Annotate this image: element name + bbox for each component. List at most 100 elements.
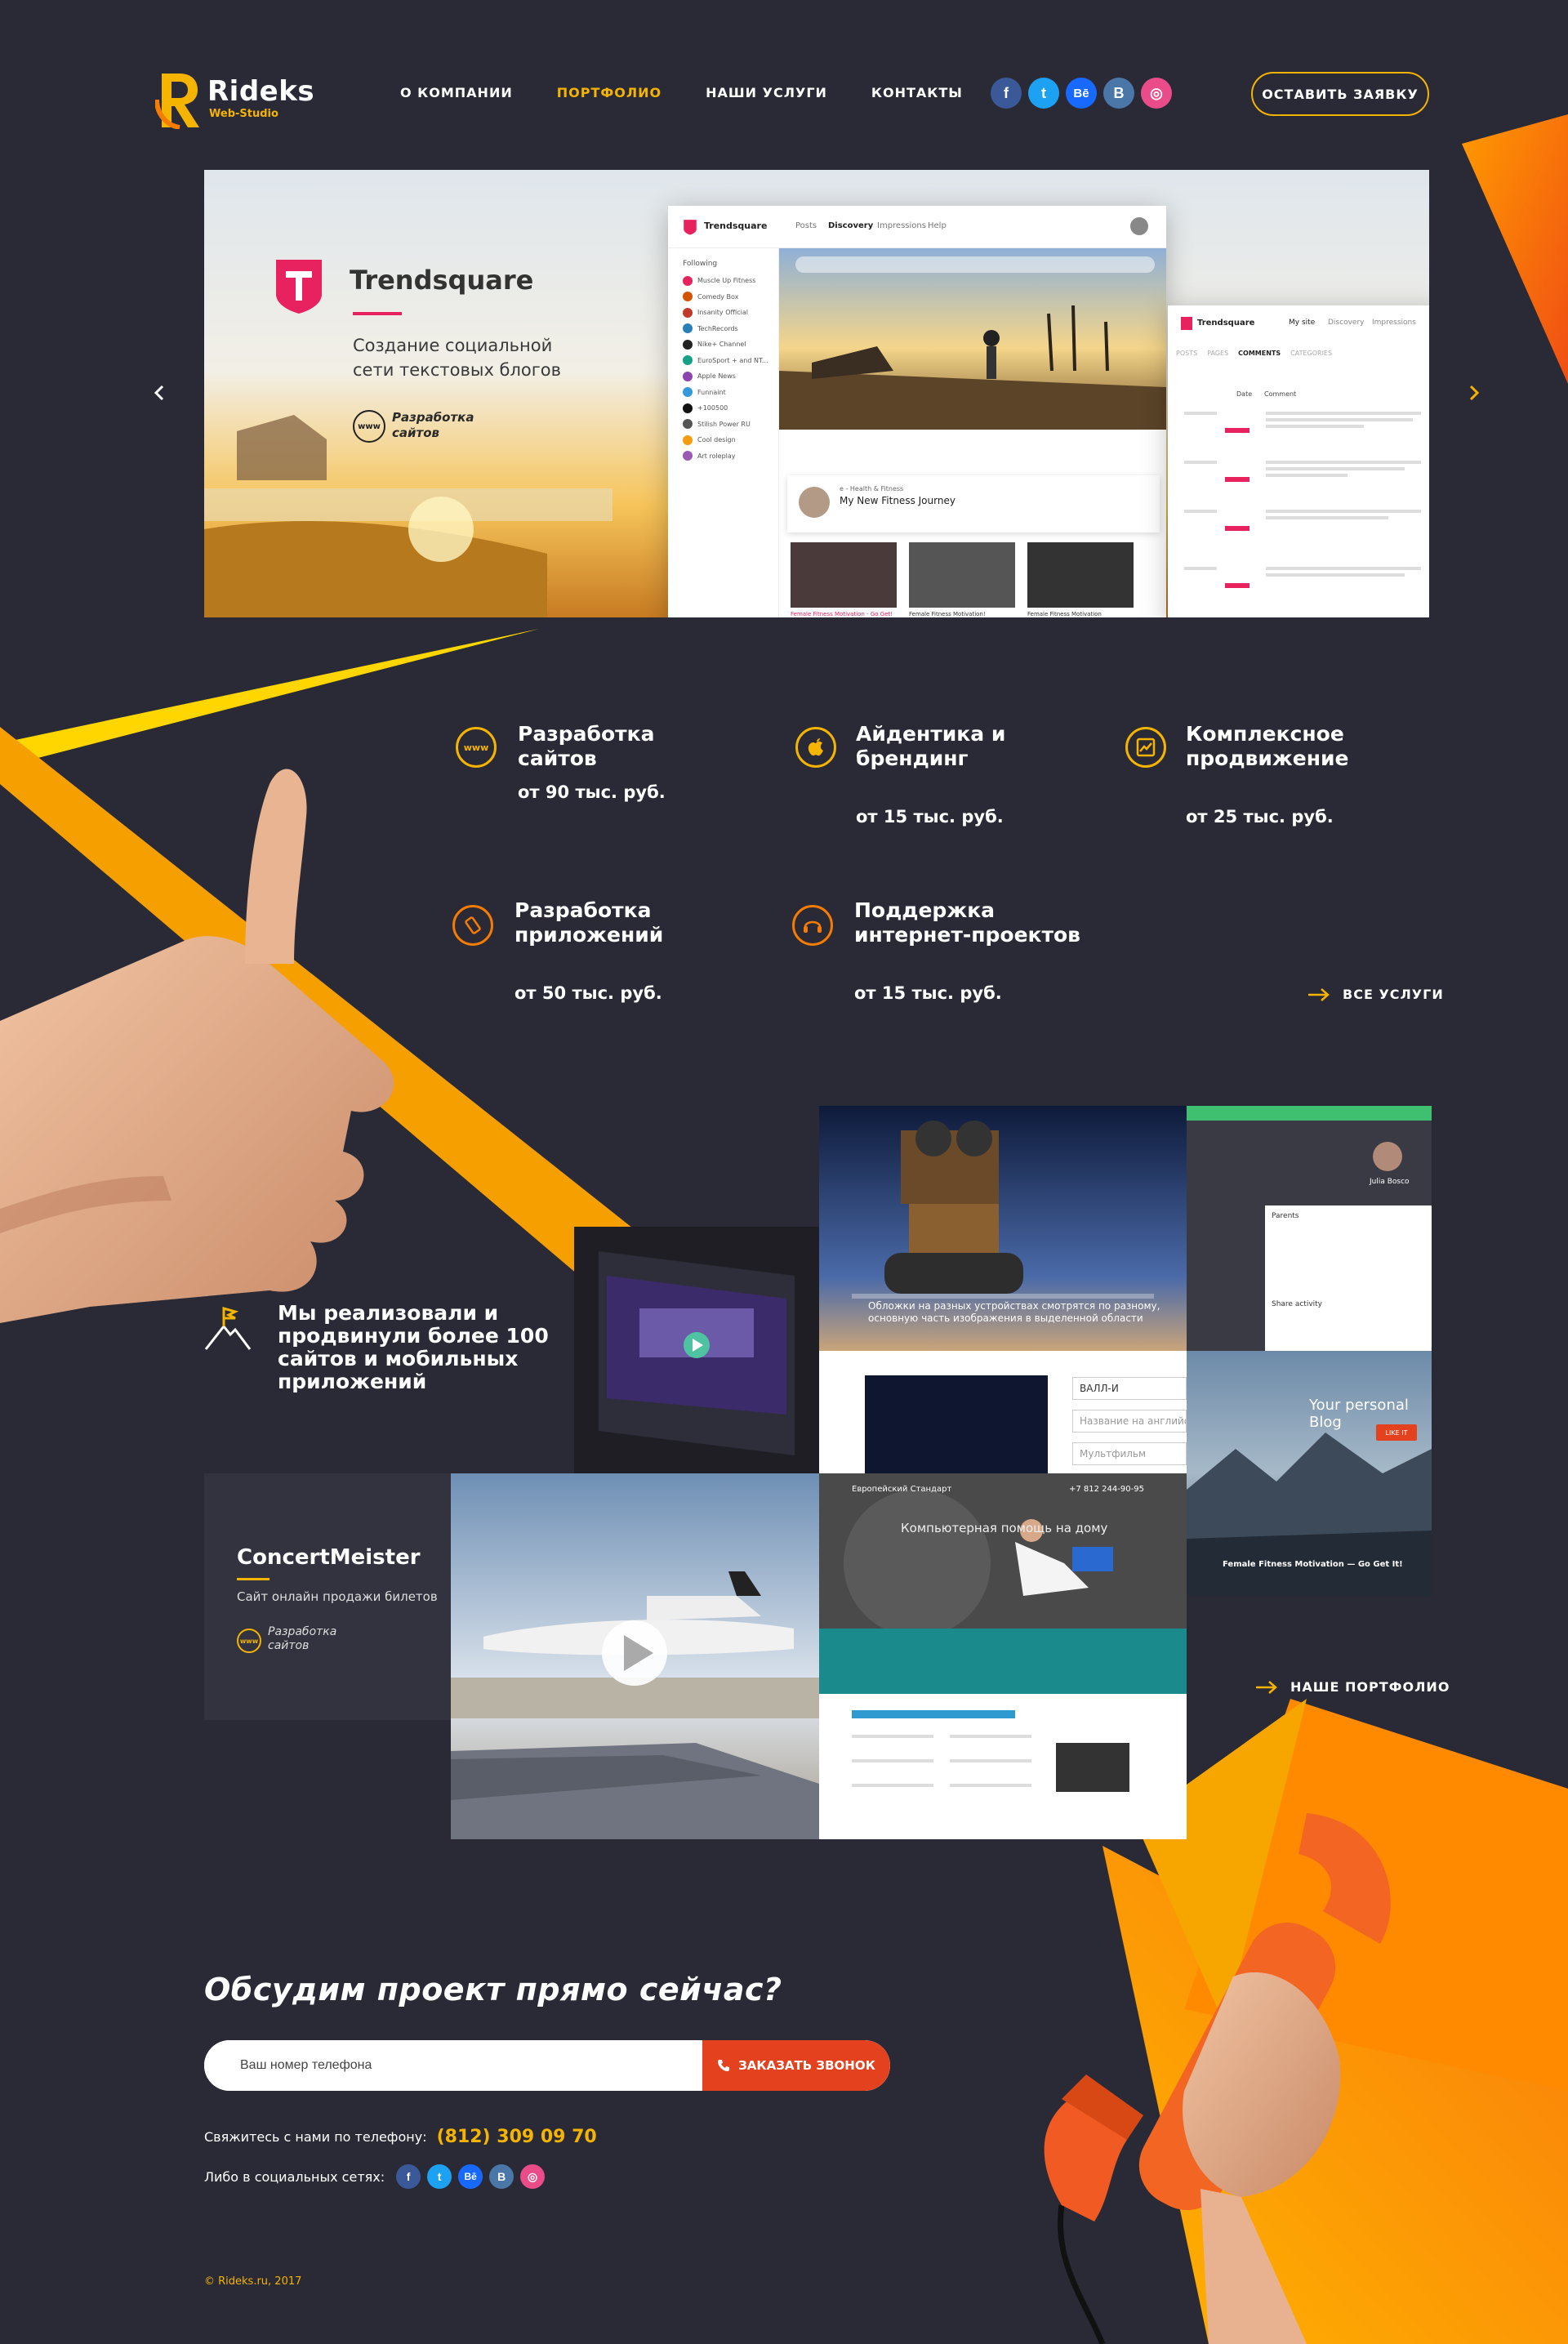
vk-icon[interactable]: B <box>489 2164 514 2189</box>
logo[interactable]: Rideks Web-Studio <box>155 70 314 131</box>
logo-r-icon <box>155 74 199 129</box>
admin-subtab: POSTS <box>1176 350 1198 357</box>
thumb-1-caption: Female Fitness Motivation - Go Get! <box>791 611 893 617</box>
mockup-sidebar-item[interactable]: Stilish Power RU <box>668 417 778 433</box>
mockup-sidebar-item[interactable]: Funnaint <box>668 385 778 401</box>
channel-avatar-icon <box>683 339 693 350</box>
mockup-sidebar-item[interactable]: Nike+ Channel <box>668 336 778 353</box>
service-title-branding[interactable]: Айдентика и брендинг <box>856 722 1068 771</box>
portfolio-tile-interview[interactable]: Julia Bosco Parents Share activity <box>1187 1106 1432 1351</box>
portfolio-card-concertmeister[interactable]: ConcertMeister Сайт онлайн продажи билет… <box>204 1473 451 1720</box>
mockup-sidebar-item-label: +100500 <box>697 404 728 412</box>
portfolio-tile-blog[interactable]: Your personal Blog LIKE IT Female Fitnes… <box>1187 1351 1432 1596</box>
all-services-label: ВСЕ УСЛУГИ <box>1343 987 1444 1002</box>
mockup-sidebar-heading: Following <box>683 260 718 268</box>
twitter-icon[interactable]: t <box>427 2164 452 2189</box>
service-price-sites: от 90 тыс. руб. <box>518 782 666 802</box>
hero-description: Создание социальной сети текстовых блого… <box>353 336 562 380</box>
mockup-sidebar-item[interactable]: Cool design <box>668 432 778 448</box>
service-title-promotion[interactable]: Комплексное продвижение <box>1186 722 1398 771</box>
facebook-icon[interactable]: f <box>396 2164 421 2189</box>
mockup-tab-posts: Posts <box>795 221 817 230</box>
computer-help-features <box>852 1710 1129 1792</box>
behance-icon[interactable]: Bē <box>458 2164 483 2189</box>
walle-form-field-3[interactable]: Мультфильм <box>1072 1442 1187 1465</box>
channel-avatar-icon <box>683 434 693 445</box>
all-services-link[interactable]: ВСЕ УСЛУГИ <box>1308 987 1444 1002</box>
contact-phone-line: Свяжитесь с нами по телефону: (812) 309 … <box>204 2127 597 2147</box>
slider-prev-button[interactable] <box>147 381 172 405</box>
vk-icon[interactable]: B <box>1103 78 1134 109</box>
admin-subtab: CATEGORIES <box>1290 350 1333 357</box>
brand-subtitle: Web-Studio <box>209 108 278 120</box>
portfolio-tile-concert-3d[interactable] <box>574 1227 819 1473</box>
thumb-2[interactable] <box>909 542 1015 608</box>
blog-like-button[interactable]: LIKE IT <box>1376 1424 1417 1441</box>
nav-item-company[interactable]: О КОМПАНИИ <box>400 85 513 100</box>
order-call-label: ЗАКАЗАТЬ ЗВОНОК <box>738 2058 875 2073</box>
mockup-sidebar-item[interactable]: Insanity Official <box>668 305 778 321</box>
contact-socials-line: Либо в социальных сетях: f t Bē B ◎ <box>204 2164 546 2189</box>
apple-icon <box>795 727 836 768</box>
channel-avatar-icon <box>683 355 693 366</box>
dribbble-icon[interactable]: ◎ <box>520 2164 546 2189</box>
orange-triangle-top <box>1462 114 1568 384</box>
service-title-sites[interactable]: Разработка сайтов <box>518 722 730 771</box>
walle-form-field-2[interactable]: Название на английском <box>1072 1410 1187 1433</box>
mockup-sidebar: Following Muscle Up Fitness Comedy Box Ins… <box>668 248 779 617</box>
twitter-icon[interactable]: t <box>1028 78 1059 109</box>
walle-caption: Обложки на разных устройствах смотрятся … <box>868 1300 1160 1324</box>
mockup-brand: Trendsquare <box>704 221 768 231</box>
order-call-button[interactable]: ЗАКАЗАТЬ ЗВОНОК <box>702 2040 890 2091</box>
service-title-support[interactable]: Поддержка интернет-проектов <box>854 898 1099 947</box>
mockup-sidebar-item-label: Art roleplay <box>697 452 736 460</box>
nav-item-services[interactable]: НАШИ УСЛУГИ <box>706 85 827 100</box>
trendsquare-small-logo-icon <box>1181 317 1192 330</box>
mockup-sidebar-item[interactable]: Apple News <box>668 368 778 385</box>
mockup-sidebar-item-label: Apple News <box>697 372 736 381</box>
admin-comment-rows <box>1184 412 1421 588</box>
facebook-icon[interactable]: f <box>991 78 1022 109</box>
request-button[interactable]: ОСТАВИТЬ ЗАЯВКУ <box>1251 72 1429 116</box>
mockup-sidebar-item[interactable]: +100500 <box>668 400 778 417</box>
dribbble-icon[interactable]: ◎ <box>1141 78 1172 109</box>
walle-form-field-1[interactable]: ВАЛЛ-И <box>1072 1377 1187 1400</box>
thumb-2-caption: Female Fitness Motivation! <box>909 611 986 617</box>
service-price-support: от 15 тыс. руб. <box>854 983 1002 1003</box>
admin-col-comment: Comment <box>1264 390 1297 398</box>
arrow-right-icon <box>1308 987 1330 1001</box>
phone-input[interactable] <box>204 2040 702 2091</box>
blog-caption: Female Fitness Motivation — Go Get It! <box>1223 1560 1403 1569</box>
nav-item-portfolio[interactable]: ПОРТФОЛИО <box>557 85 662 100</box>
contact-phone-number[interactable]: (812) 309 09 70 <box>437 2127 597 2147</box>
mockup-sidebar-item[interactable]: TechRecords <box>668 321 778 337</box>
channel-avatar-icon <box>683 419 693 430</box>
mockup-sidebar-item[interactable]: Art roleplay <box>668 448 778 465</box>
portfolio-tile-walle-form[interactable]: ВАЛЛ-И Название на английском Мультфильм <box>819 1351 1187 1473</box>
www-icon: www <box>237 1629 261 1653</box>
mockup-sidebar-item-label: EuroSport + and NT... <box>697 356 768 364</box>
service-price-branding: от 15 тыс. руб. <box>856 807 1004 827</box>
mockup-sidebar-item[interactable]: Comedy Box <box>668 289 778 305</box>
portfolio-tile-computer-help[interactable]: Европейский Стандарт +7 812 244-90-95 Ко… <box>819 1473 1187 1839</box>
slider-next-button[interactable] <box>1462 381 1486 405</box>
trendsquare-mockup-main: Trendsquare Posts Discovery Impressions … <box>668 206 1166 617</box>
thumb-1[interactable] <box>791 542 897 608</box>
service-title-apps[interactable]: Разработка приложений <box>514 898 727 947</box>
contact-phone-label: Свяжитесь с нами по телефону: <box>204 2129 427 2145</box>
nav-item-contacts[interactable]: КОНТАКТЫ <box>871 85 963 100</box>
mockup-sidebar-item-label: Nike+ Channel <box>697 341 746 349</box>
mockup-sidebar-item-label: Comedy Box <box>697 292 739 301</box>
portfolio-link[interactable]: НАШЕ ПОРТФОЛИО <box>1256 1679 1450 1695</box>
behance-icon[interactable]: Bē <box>1066 78 1097 109</box>
mockup-sidebar-item[interactable]: Muscle Up Fitness <box>668 273 778 289</box>
mockup-sidebar-item[interactable]: EuroSport + and NT... <box>668 353 778 369</box>
portfolio-tile-shuttle-video[interactable] <box>451 1473 819 1839</box>
concert-service-label: Разработка сайтов <box>268 1625 337 1652</box>
admin-tab-impressions: Impressions <box>1372 319 1416 327</box>
hero-title: Trendsquare <box>350 265 534 296</box>
mockup-post-card: e - Health & Fitness My New Fitness Jour… <box>787 475 1160 533</box>
mockup-tab-impressions: Impressions <box>877 221 926 230</box>
portfolio-tile-walle[interactable]: Обложки на разных устройствах смотрятся … <box>819 1106 1187 1351</box>
thumb-3[interactable] <box>1027 542 1134 608</box>
